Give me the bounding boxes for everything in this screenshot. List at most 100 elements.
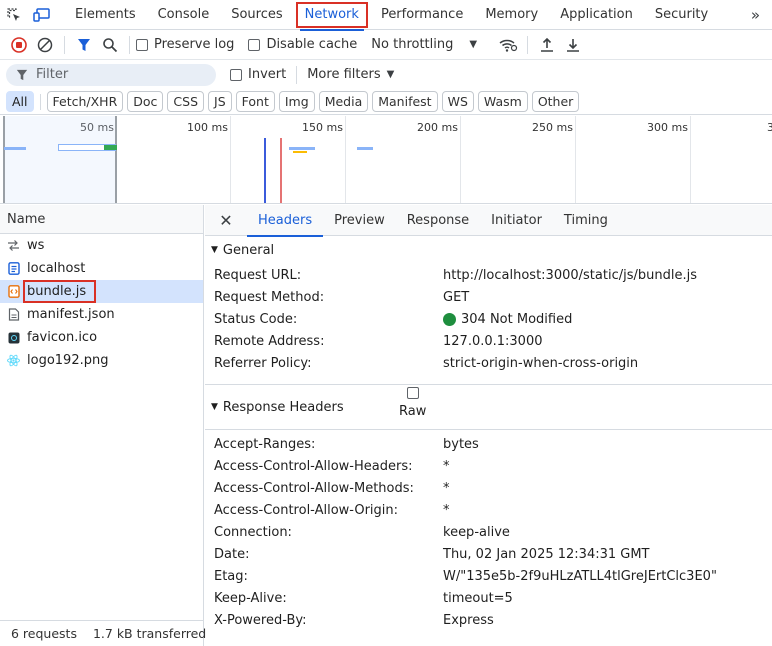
inspect-element-icon[interactable] [0,0,28,30]
timeline-tick-label: 250 ms [532,121,573,134]
request-row-bundle-js[interactable]: bundle.js [0,280,203,303]
filter-funnel-icon [16,69,28,80]
tab-console[interactable]: Console [147,0,221,30]
chip-font[interactable]: Font [235,91,275,112]
chevron-down-icon: ▼ [469,39,478,50]
request-row-localhost[interactable]: localhost [0,257,203,280]
request-name: logo192.png [27,353,109,368]
header-value: keep-alive [443,524,510,540]
request-count: 6 requests [11,626,77,641]
chip-css[interactable]: CSS [167,91,205,112]
header-key: Access-Control-Allow-Methods: [214,480,414,496]
header-key: Request URL: [214,267,302,283]
header-value: W/"135e5b-2f9uHLzATLL4tlGreJErtClc3E0" [443,568,717,584]
timeline-tick-label: 100 ms [187,121,228,134]
header-key: Etag: [214,568,248,584]
image-icon [7,331,20,344]
header-row: Remote Address: 127.0.0.1:3000 [205,330,772,352]
close-icon[interactable]: ✕ [205,205,247,236]
section-title: General [222,242,275,258]
tab-security[interactable]: Security [644,0,719,30]
tab-headers[interactable]: Headers [247,205,324,237]
timeline-tick-label: 300 ms [647,121,688,134]
script-icon [7,285,20,298]
header-row: Etag: W/"135e5b-2f9uHLzATLL4tlGreJErtClc… [205,565,772,587]
tab-preview[interactable]: Preview [323,205,396,236]
tab-initiator[interactable]: Initiator [480,205,553,236]
tab-sources[interactable]: Sources [220,0,293,30]
request-row-favicon-ico[interactable]: favicon.ico [0,326,203,349]
network-conditions-icon[interactable] [495,32,521,58]
chip-js[interactable]: JS [208,91,232,112]
chip-doc[interactable]: Doc [127,91,164,112]
triangle-down-icon: ▼ [211,245,218,255]
name-column-header[interactable]: Name [0,205,203,234]
chip-all[interactable]: All [6,91,34,112]
tab-performance[interactable]: Performance [370,0,474,30]
import-har-icon[interactable] [534,32,560,58]
general-section-header[interactable]: ▼ General [205,236,772,264]
header-row: Referrer Policy: strict-origin-when-cros… [205,352,772,374]
tab-timing[interactable]: Timing [553,205,619,236]
react-logo-icon [7,354,20,367]
header-value: 127.0.0.1:3000 [443,333,543,349]
request-name: favicon.ico [27,330,98,345]
header-row: X-Powered-By: Express [205,609,772,631]
raw-checkbox[interactable] [406,387,419,399]
status-ok-dot-icon [443,312,456,326]
timeline-tick-label: 150 ms [302,121,343,134]
more-tabs-icon[interactable]: » [751,0,760,30]
search-icon[interactable] [97,32,123,58]
header-row: Keep-Alive: timeout=5 [205,587,772,609]
header-key: Access-Control-Allow-Headers: [214,458,413,474]
overview-selection-window[interactable] [3,116,117,203]
header-key: Accept-Ranges: [214,436,316,452]
transferred-size: 1.7 kB transferred [92,626,207,641]
header-key: Remote Address: [214,333,325,349]
disable-cache-checkbox[interactable]: Disable cache [248,37,357,52]
tab-network[interactable]: Network [294,0,370,31]
chip-media[interactable]: Media [318,91,369,112]
invert-label: Invert [248,67,287,82]
request-row-manifest-json[interactable]: manifest.json [0,303,203,326]
resource-type-filters: All Fetch/XHR Doc CSS JS Font Img Media … [0,89,772,115]
checkbox-box[interactable] [136,38,148,51]
record-stop-icon[interactable] [6,32,32,58]
request-name: localhost [27,261,86,276]
chip-img[interactable]: Img [278,91,315,112]
response-headers-section-header[interactable]: ▼ Response Headers Raw [205,385,772,429]
header-value: Express [443,612,494,628]
chip-manifest[interactable]: Manifest [372,91,438,112]
document-icon [7,262,20,275]
detail-tab-bar: ✕ Headers Preview Response Initiator Tim… [205,205,772,237]
request-row-ws[interactable]: ws [0,234,203,257]
chip-ws[interactable]: WS [441,91,474,112]
preserve-log-checkbox[interactable]: Preserve log [136,37,234,52]
filter-funnel-icon[interactable] [71,32,97,58]
invert-checkbox[interactable]: Invert [230,67,286,82]
export-har-icon[interactable] [560,32,586,58]
filter-field[interactable] [6,63,216,86]
more-filters-dropdown[interactable]: More filters ▼ [307,67,394,82]
checkbox-box[interactable] [248,38,261,51]
header-value: * [443,502,450,518]
tab-elements[interactable]: Elements [64,0,147,30]
tab-memory[interactable]: Memory [474,0,549,30]
throttling-select[interactable]: No throttling ▼ [371,37,477,52]
request-row-logo192-png[interactable]: logo192.png [0,349,203,372]
chip-other[interactable]: Other [531,91,580,112]
raw-toggle[interactable]: Raw [399,387,426,419]
raw-label: Raw [399,404,427,419]
tab-application[interactable]: Application [549,0,644,30]
network-status-bar: 6 requests 1.7 kB transferred [0,620,207,646]
clear-icon[interactable] [32,32,58,58]
chip-fetch-xhr[interactable]: Fetch/XHR [46,91,124,112]
checkbox-box[interactable] [230,68,242,81]
triangle-down-icon: ▼ [211,402,218,412]
network-overview-timeline[interactable]: 50 ms 100 ms 150 ms 200 ms 250 ms 300 ms… [0,116,772,204]
header-row: Status Code: 304 Not Modified [205,308,772,330]
device-toolbar-icon[interactable] [28,0,56,30]
filter-input[interactable] [36,67,186,82]
chip-wasm[interactable]: Wasm [477,91,528,112]
tab-response[interactable]: Response [396,205,480,236]
